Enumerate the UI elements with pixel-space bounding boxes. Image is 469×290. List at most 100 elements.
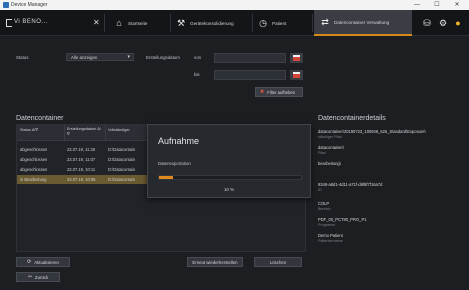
datacontainer-title: Datencontainer [16,115,64,122]
settings-icon[interactable]: ⚙ [438,18,448,28]
detail-value: datacontainer\ [318,145,344,150]
cell-path: D:\Datacontain [108,177,136,182]
window-title: Device Manager [11,2,48,8]
detail-key: Programm [318,223,336,227]
tab-label: Gerätekonsolidierung [190,20,234,26]
date-from-label: von [194,55,202,60]
progress-fill [159,176,174,179]
clear-filter-label: Filter aufheben [267,89,296,95]
detail-item: bearbeitung\ [318,161,341,167]
detail-item: PDF_00_PCT80_PRO_P1 Programm [318,217,366,227]
calendar-icon [293,72,300,78]
detail-key: Patientenname [318,239,343,243]
dialog-title: Aufnahme [158,136,200,146]
maximize-button[interactable]: ☐ [430,0,444,10]
tab-geraetekonsolidierung[interactable]: ⚒ Gerätekonsolidierung [172,10,252,36]
cell-status: abgeschlossen [20,157,48,162]
refresh-button[interactable]: ⟳ Aktualisieren [16,257,70,267]
column-header-path[interactable]: Vollständiger [108,128,130,133]
tab-divider [170,14,171,32]
detail-item: datacontainer\ Pfad [318,145,344,155]
database-icon[interactable]: ⛁ [422,18,432,28]
detail-item: 9348-a8d1-4d11-a71f-d6f8f7f16a7d ID [318,182,382,192]
app-logo: Vi BENO... [14,19,48,25]
back-label: Zurück [35,274,49,280]
column-divider [64,125,65,141]
tab-datencontainer-verwaltung[interactable]: ⇄ Datencontainer Verwaltung [314,10,412,36]
column-header-status[interactable]: Status ∆/∇ [20,128,38,133]
cell-status: abgeschlossen [20,147,48,152]
cell-path: D:\Datacontain [108,157,136,162]
detail-value: datacontainer\20190723_100948_626_Standa… [318,129,426,134]
status-filter-value: Alle anzeigen [71,55,98,60]
home-icon: ⌂ [116,18,122,28]
wrench-icon: ⚒ [176,17,186,28]
detail-key: Bereich [318,207,331,211]
back-button[interactable]: ⇦ Zurück [16,272,60,282]
logo-mark-icon [6,19,12,27]
minimize-button[interactable]: — [410,0,424,10]
patient-icon: ◷ [259,17,267,28]
detail-value: PDF_00_PCT80_PRO_P1 [318,217,367,222]
detail-item: datacontainer\20190723_100948_626_Standa… [318,129,426,139]
column-divider [105,125,106,141]
restore-again-button[interactable]: Erneut wiederherstellen [187,257,243,267]
calendar-icon [293,55,300,61]
column-header-date[interactable]: Erstellungsdatum ∆/∇ [67,127,103,137]
cell-date: 23.07.19, 10:11 [67,167,96,172]
clear-x-icon: ✖ [260,89,265,95]
refresh-label: Aktualisieren [34,259,59,265]
detail-item: Demo Patient Patientenname [318,233,343,243]
date-to-label: bis [194,72,200,77]
close-window-button[interactable]: ✕ [450,0,464,10]
nav-close-icon[interactable]: ✕ [93,18,100,27]
restore-again-label: Erneut wiederherstellen [192,259,238,265]
date-from-calendar-button[interactable] [290,53,303,63]
status-light-icon[interactable]: ● [453,18,463,28]
app-window-icon [3,2,9,8]
delete-button[interactable]: Löschen [254,257,302,267]
detail-value: COLP [318,201,330,206]
tab-divider [252,14,253,32]
cell-date: 23.07.19, 10:08 [67,177,96,182]
tab-startseite[interactable]: ⌂ Startseite [110,10,170,36]
cell-path: D:\Datacontain [108,147,136,152]
tab-label: Datencontainer Verwaltung [334,19,390,25]
detail-key: Pfad [318,151,326,155]
delete-label: Löschen [269,259,287,265]
cell-status: abgeschlossen [20,167,48,172]
tab-label: Startseite [128,20,148,26]
detail-value: Demo Patient [318,233,343,238]
details-title: Datencontainerdetails [318,115,386,122]
status-filter-label: Status [16,55,29,60]
top-navigation: Vi BENO... ✕ ⌂ Startseite ⚒ Gerätekonsol… [0,10,469,36]
date-filter-label: Erstellungsdatum [146,55,180,60]
detail-value: bearbeitung\ [318,161,341,166]
cell-date: 23.07.19, 11:07 [67,157,96,162]
cell-date: 23.07.19, 11:28 [67,147,96,152]
back-arrow-icon: ⇦ [27,274,33,280]
chevron-down-icon: ▾ [127,54,130,60]
tab-divider [104,14,105,32]
date-to-calendar-button[interactable] [290,70,303,80]
tab-patient[interactable]: ◷ Patient [254,10,312,36]
dialog-status-text: Datenexportation [158,161,191,166]
detail-key: ID [318,188,322,192]
cell-status: in Bearbeitung [20,177,47,182]
status-filter-select[interactable]: Alle anzeigen ▾ [66,53,134,61]
date-from-field[interactable] [214,53,286,63]
detail-key: ständiger Pfad [318,135,342,139]
date-to-field[interactable] [214,70,286,80]
detail-value: 9348-a8d1-4d11-a71f-d6f8f7f16a7d [318,182,383,187]
window-titlebar: Device Manager — ☐ ✕ [0,0,469,10]
clear-filter-button[interactable]: ✖ Filter aufheben [255,87,303,97]
tab-label: Patient [272,20,287,26]
progress-percent: 10 % [223,187,234,192]
recording-progress-dialog: Aufnahme Datenexportation 10 % [147,124,311,198]
detail-item: COLP Bereich [318,201,331,211]
transfer-icon: ⇄ [321,16,329,27]
cell-path: D:\Datacontain [108,167,136,172]
progress-bar [158,175,302,180]
tab-divider [312,14,313,32]
refresh-icon: ⟳ [27,259,32,265]
